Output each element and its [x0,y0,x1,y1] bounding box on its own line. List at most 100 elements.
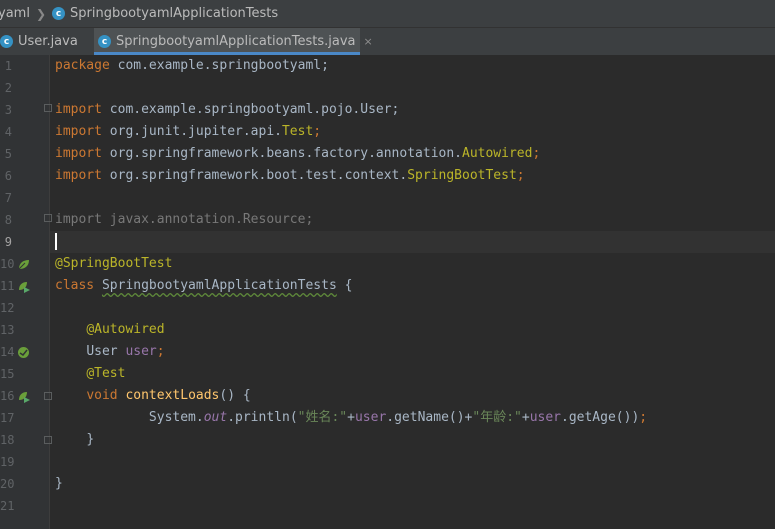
string-literal: "年龄:" [472,410,522,425]
line-number: 10 [0,257,15,271]
breadcrumb-module[interactable]: yaml [0,6,30,21]
code-text: .println( [227,410,298,425]
annotation-name: SpringBootTest [407,168,517,183]
code-text: () { [219,388,251,403]
tab-label: User.java [18,34,78,49]
type-name: User [86,344,118,359]
class-icon: c [0,35,13,48]
semicolon: ; [156,344,165,359]
line-number: 1 [4,59,12,73]
code-text: org.junit.jupiter.api. [101,124,282,139]
line-number: 8 [4,213,12,227]
breadcrumb-class[interactable]: SpringbootyamlApplicationTests [70,6,278,21]
code-line[interactable]: import com.example.springbootyaml.pojo.U… [55,99,399,121]
editor-tabs: c User.java c SpringbootyamlApplicationT… [0,28,775,56]
close-icon[interactable]: × [364,35,373,48]
line-number: 3 [4,103,12,117]
class-icon: c [52,7,65,20]
semicolon: ; [639,410,648,425]
line-number: 6 [4,169,12,183]
code-line[interactable]: @Autowired [55,319,165,341]
semicolon: ; [532,146,541,161]
run-test-icon[interactable] [17,280,30,293]
static-field: out [203,410,228,425]
code-text: org.springframework.boot.test.context. [101,168,408,183]
spring-bean-icon[interactable] [17,258,30,271]
run-test-icon[interactable] [17,390,30,403]
code-text: com.example.springbootyaml; [109,58,329,73]
line-number-current: 9 [4,235,12,249]
code-text: + [521,410,530,425]
closing-brace: } [55,476,63,491]
text-caret [55,233,57,250]
keyword: import [55,124,102,139]
tab-user-java[interactable]: c User.java [0,28,94,55]
code-line[interactable]: void contextLoads() { [55,385,251,407]
code-line[interactable]: @Test [55,363,125,385]
keyword: package [55,58,110,73]
class-name: SpringbootyamlApplicationTests [101,278,337,293]
annotation-name: Autowired [462,146,533,161]
code-line-unused-import[interactable]: import javax.annotation.Resource; [55,209,313,231]
line-number: 20 [0,477,15,491]
code-text: System. [148,410,204,425]
line-number: 11 [0,279,15,293]
fold-icon[interactable] [44,104,52,112]
autowired-bean-icon[interactable] [17,346,30,359]
line-number: 21 [0,499,15,513]
breadcrumb: yaml ❯ c SpringbootyamlApplicationTests [0,0,775,28]
line-number: 2 [4,81,12,95]
code-line[interactable]: } [55,429,94,451]
field-ref: user [529,410,561,425]
code-line[interactable]: package com.example.springbootyaml; [55,55,329,77]
code-text: com.example.springbootyaml.pojo.User; [101,102,400,117]
closing-brace: } [86,432,95,447]
line-number: 15 [0,367,15,381]
code-line[interactable]: class SpringbootyamlApplicationTests { [55,275,352,297]
code-line[interactable]: User user; [55,341,165,363]
tab-springbootyaml-tests[interactable]: c SpringbootyamlApplicationTests.java × [94,28,373,55]
fold-icon[interactable] [44,436,52,444]
field-name: user [125,344,157,359]
keyword: void [86,388,118,403]
annotation: @SpringBootTest [55,256,173,271]
current-line-highlight [50,231,775,253]
code-line[interactable]: import org.junit.jupiter.api.Test; [55,121,321,143]
code-line[interactable]: } [55,473,63,495]
code-line[interactable]: @SpringBootTest [55,253,172,275]
annotation-name: Test [281,124,314,139]
keyword: class [55,278,95,293]
keyword: import [55,102,102,117]
fold-icon[interactable] [44,214,52,222]
code-line-current[interactable] [55,231,57,253]
code-text: { [336,278,353,293]
annotation: @Autowired [86,322,165,337]
line-number: 5 [4,147,12,161]
line-number: 17 [0,411,15,425]
code-text: .getName()+ [386,410,473,425]
line-number: 19 [0,455,15,469]
semicolon: ; [313,124,322,139]
code-text: .getAge()) [561,410,640,425]
line-number: 7 [4,191,12,205]
line-number: 16 [0,389,15,403]
code-line[interactable]: import org.springframework.boot.test.con… [55,165,525,187]
annotation: @Test [86,366,126,381]
method-name: contextLoads [125,388,220,403]
line-number: 13 [0,323,15,337]
keyword: import [55,146,102,161]
tab-label: SpringbootyamlApplicationTests.java [116,34,356,49]
fold-icon[interactable] [44,392,52,400]
line-number: 18 [0,433,15,447]
chevron-right-icon: ❯ [35,6,46,21]
code-line[interactable]: System.out.println("姓名:"+user.getName()+… [55,407,647,429]
line-number: 12 [0,301,15,315]
code-text: org.springframework.beans.factory.annota… [101,146,462,161]
string-literal: "姓名:" [297,410,348,425]
code-text: + [347,410,355,425]
line-number: 14 [0,345,15,359]
code-line[interactable]: import org.springframework.beans.factory… [55,143,540,165]
semicolon: ; [516,168,525,183]
field-ref: user [354,410,387,425]
class-icon: c [98,35,111,48]
